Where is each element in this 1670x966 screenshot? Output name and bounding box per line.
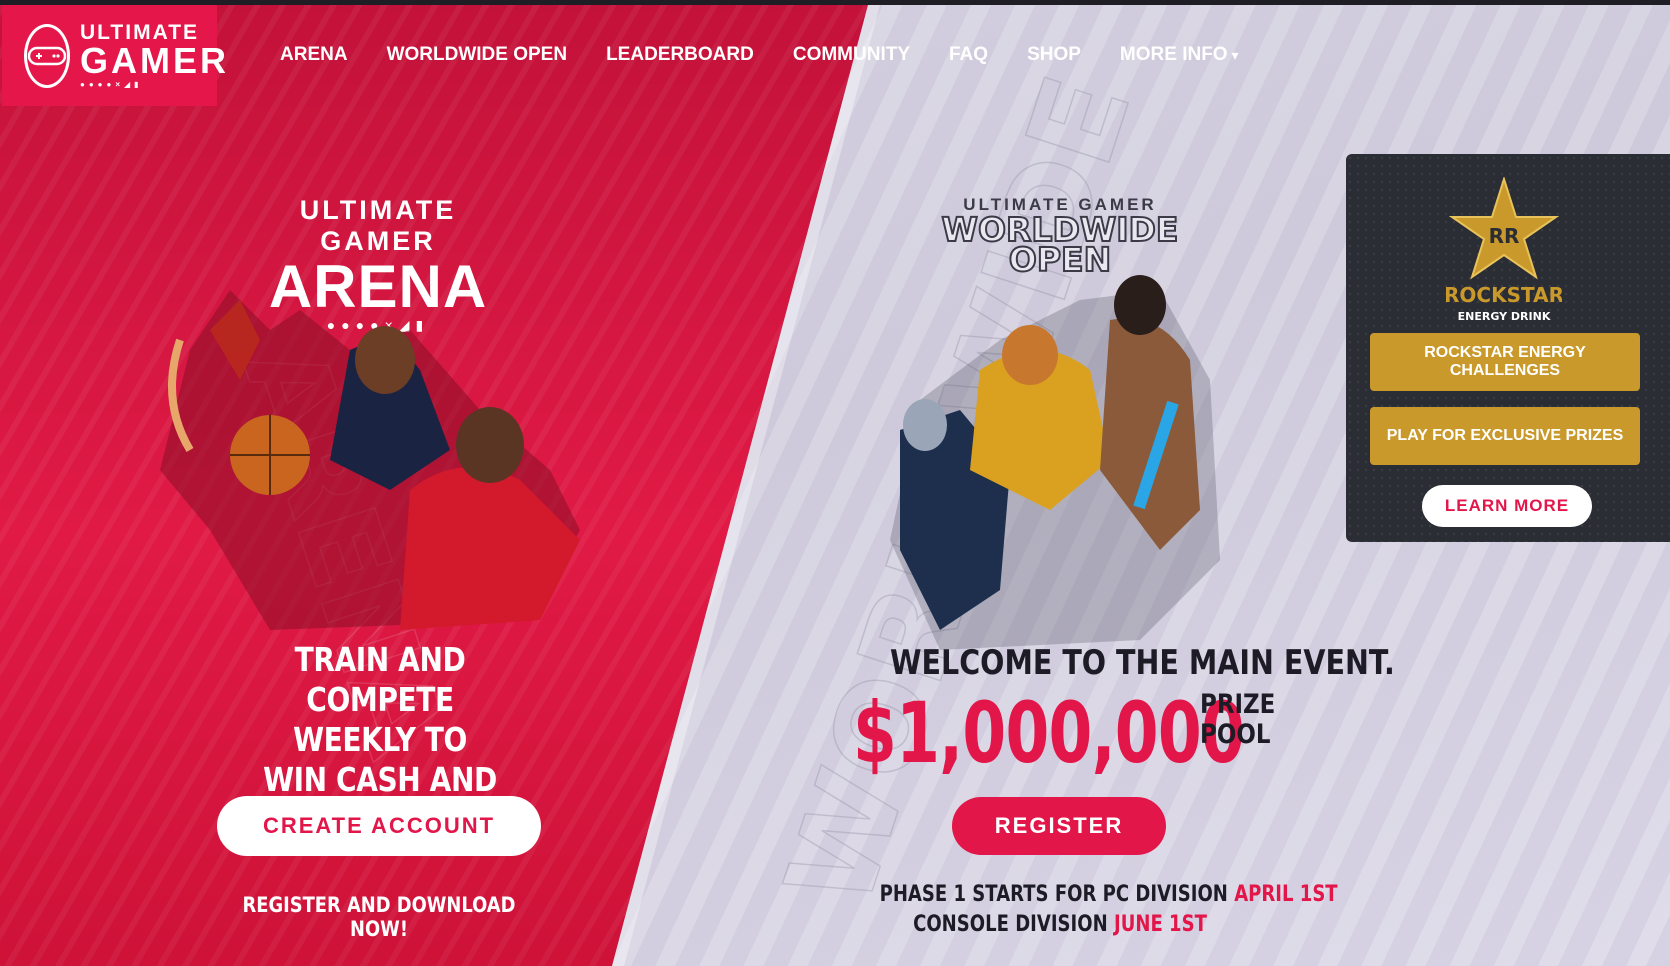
arena-logo-small: ULTIMATE GAMER — [299, 195, 457, 256]
phase1-date: APRIL 1ST — [1234, 882, 1338, 907]
logo-symbols: ●●●●×◢▮ — [80, 80, 143, 89]
arena-tagline-line-2: COMPETE WEEKLY TO — [293, 680, 467, 759]
create-account-button[interactable]: CREATE ACCOUNT — [217, 796, 541, 856]
phase-line-2: CONSOLE DIVISION JUNE 1ST — [880, 910, 1241, 940]
rockstar-logo[interactable]: RR ROCKSTAR ENERGY DRINK — [1446, 177, 1562, 327]
phase2-date: JUNE 1ST — [1113, 912, 1207, 937]
prize-pool-amount: $1,000,000 — [853, 684, 1245, 782]
register-button[interactable]: REGISTER — [952, 797, 1166, 855]
phase2-text: CONSOLE DIVISION — [913, 912, 1108, 937]
register-download-text: REGISTER AND DOWNLOAD NOW! — [242, 893, 516, 941]
nav-more-info[interactable]: MORE INFO — [1120, 44, 1239, 66]
site-logo[interactable]: ULTIMATE GAMER ●●●●×◢▮ — [2, 5, 226, 106]
nav-leaderboard[interactable]: LEADERBOARD — [606, 44, 754, 66]
rockstar-challenges-button[interactable]: ROCKSTAR ENERGY CHALLENGES — [1370, 333, 1640, 391]
nav-arena[interactable]: ARENA — [280, 44, 348, 66]
learn-more-button[interactable]: LEARN MORE — [1422, 485, 1592, 527]
nav-shop[interactable]: SHOP — [1027, 44, 1081, 66]
nav-worldwide-open[interactable]: WORLDWIDE OPEN — [387, 44, 568, 66]
nav-faq[interactable]: FAQ — [949, 44, 988, 66]
main-event-headline: WELCOME TO THE MAIN EVENT. — [890, 643, 1395, 683]
worldwide-hero-image — [890, 275, 1220, 650]
phase1-text: PHASE 1 STARTS FOR PC DIVISION — [879, 882, 1228, 907]
nav-community[interactable]: COMMUNITY — [793, 44, 910, 66]
rockstar-brand-text: ROCKSTAR — [1446, 283, 1562, 307]
prize-label-2: POOL — [1200, 719, 1271, 750]
prize-pool-label: PRIZE POOL — [1200, 690, 1275, 750]
gamepad-icon — [24, 23, 70, 88]
phase-schedule: PHASE 1 STARTS FOR PC DIVISION APRIL 1ST… — [879, 880, 1338, 940]
svg-text:RR: RR — [1489, 224, 1520, 248]
arena-tagline-line-1: TRAIN AND — [294, 640, 466, 679]
exclusive-prizes-button[interactable]: PLAY FOR EXCLUSIVE PRIZES — [1370, 407, 1640, 465]
prize-label-1: PRIZE — [1200, 689, 1276, 720]
main-nav: ARENA WORLDWIDE OPEN LEADERBOARD COMMUNI… — [280, 44, 1278, 66]
rockstar-brand-sub: ENERGY DRINK — [1458, 310, 1551, 323]
logo-line-2: GAMER — [80, 40, 229, 81]
phase-line-1: PHASE 1 STARTS FOR PC DIVISION APRIL 1ST — [879, 880, 1338, 910]
arena-hero-image — [160, 290, 580, 630]
